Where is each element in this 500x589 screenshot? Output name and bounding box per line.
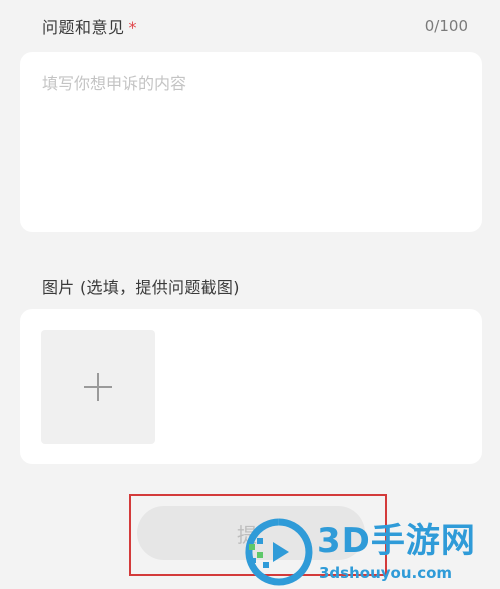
watermark-logo-icon [245,518,313,586]
feedback-textarea[interactable] [20,52,482,232]
watermark: 3D手游网 3dshouyou.com [245,518,500,589]
feedback-card [20,52,482,232]
feedback-label-text: 问题和意见 [42,18,125,37]
add-image-button[interactable] [41,330,155,444]
feedback-label: 问题和意见 * [42,14,137,38]
images-label: 图片 (选填，提供问题截图) [42,278,240,297]
watermark-domain: 3dshouyou.com [319,564,453,582]
watermark-title: 3D手游网 [317,521,476,561]
image-upload-card [20,309,482,464]
feedback-label-row: 问题和意见 * 0/100 [42,14,468,38]
character-counter: 0/100 [424,17,468,35]
plus-icon [84,373,112,401]
required-mark: * [128,18,137,37]
